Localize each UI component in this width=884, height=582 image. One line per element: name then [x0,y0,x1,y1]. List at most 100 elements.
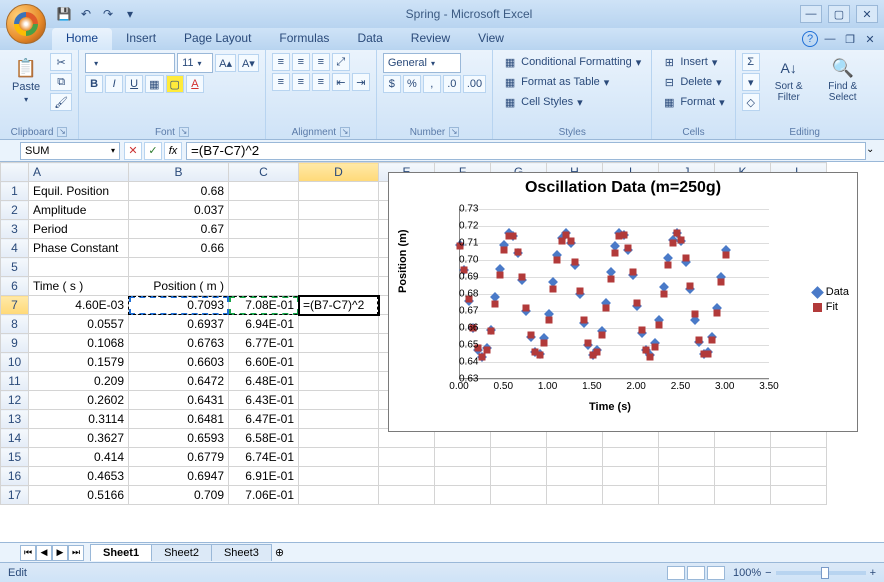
cell-C9[interactable]: 6.77E-01 [229,334,299,353]
cell-D7[interactable]: =(B7-C7)^2 [299,296,379,315]
cell-B1[interactable]: 0.68 [129,182,229,201]
sheet-nav-next-icon[interactable]: ▶ [52,545,68,561]
currency-button[interactable]: $ [383,75,401,93]
cell-B5[interactable] [129,258,229,277]
mdi-minimize-icon[interactable]: — [822,31,838,47]
zoom-out-button[interactable]: − [765,567,771,579]
cell-J16[interactable] [659,467,715,486]
cell-B15[interactable]: 0.6779 [129,448,229,467]
cell-B3[interactable]: 0.67 [129,220,229,239]
cell-A2[interactable]: Amplitude [29,201,129,220]
cell-C12[interactable]: 6.43E-01 [229,391,299,410]
cell-B13[interactable]: 0.6481 [129,410,229,429]
tab-review[interactable]: Review [397,28,464,50]
cell-I15[interactable] [603,448,659,467]
cell-A15[interactable]: 0.414 [29,448,129,467]
cell-F16[interactable] [435,467,491,486]
cell-D14[interactable] [299,429,379,448]
sheet-tab-3[interactable]: Sheet3 [211,544,272,561]
formula-input[interactable] [186,142,866,160]
cell-B11[interactable]: 0.6472 [129,372,229,391]
zoom-slider[interactable] [776,571,866,575]
cell-C1[interactable] [229,182,299,201]
cell-B16[interactable]: 0.6947 [129,467,229,486]
cell-D10[interactable] [299,353,379,372]
row-header-11[interactable]: 11 [1,372,29,391]
alignment-dialog-icon[interactable]: ↘ [340,127,350,137]
cell-B14[interactable]: 0.6593 [129,429,229,448]
cell-A3[interactable]: Period [29,220,129,239]
cell-D15[interactable] [299,448,379,467]
col-header-B[interactable]: B [129,163,229,182]
mdi-close-icon[interactable]: ✕ [862,31,878,47]
cell-D2[interactable] [299,201,379,220]
page-break-view-button[interactable] [707,566,725,580]
cell-D4[interactable] [299,239,379,258]
cell-D1[interactable] [299,182,379,201]
fill-button[interactable]: ▾ [742,73,760,91]
cell-G16[interactable] [491,467,547,486]
row-header-2[interactable]: 2 [1,201,29,220]
cell-I17[interactable] [603,486,659,505]
cell-B17[interactable]: 0.709 [129,486,229,505]
cell-A13[interactable]: 0.3114 [29,410,129,429]
cell-L16[interactable] [771,467,827,486]
clear-button[interactable]: ◇ [742,93,760,111]
cell-D13[interactable] [299,410,379,429]
row-header-13[interactable]: 13 [1,410,29,429]
font-size-combo[interactable]: 11▾ [177,53,213,73]
autosum-button[interactable]: Σ [742,53,760,71]
tab-page-layout[interactable]: Page Layout [170,28,265,50]
row-header-10[interactable]: 10 [1,353,29,372]
cell-C13[interactable]: 6.47E-01 [229,410,299,429]
sheet-nav-first-icon[interactable]: ⏮ [20,545,36,561]
cell-A17[interactable]: 0.5166 [29,486,129,505]
cell-D9[interactable] [299,334,379,353]
cell-D5[interactable] [299,258,379,277]
cell-D8[interactable] [299,315,379,334]
percent-button[interactable]: % [403,75,421,93]
cell-F15[interactable] [435,448,491,467]
cell-F17[interactable] [435,486,491,505]
cell-C17[interactable]: 7.06E-01 [229,486,299,505]
insert-cells-button[interactable]: ⊞Insert ▾ [658,53,721,71]
decrease-indent-button[interactable]: ⇤ [332,73,350,91]
insert-sheet-icon[interactable]: ⊕ [275,546,284,559]
copy-button[interactable]: ⧉ [50,73,72,91]
cell-B6[interactable]: Position ( m ) [129,277,229,296]
row-header-17[interactable]: 17 [1,486,29,505]
font-color-button[interactable]: A [186,75,204,93]
row-header-15[interactable]: 15 [1,448,29,467]
cell-C11[interactable]: 6.48E-01 [229,372,299,391]
shrink-font-button[interactable]: A▾ [238,54,259,72]
decrease-decimal-button[interactable]: .00 [463,75,486,93]
underline-button[interactable]: U [125,75,143,93]
increase-indent-button[interactable]: ⇥ [352,73,370,91]
mdi-restore-icon[interactable]: ❐ [842,31,858,47]
close-button[interactable]: ✕ [856,5,878,23]
number-dialog-icon[interactable]: ↘ [449,127,459,137]
cell-A6[interactable]: Time ( s ) [29,277,129,296]
cell-A9[interactable]: 0.1068 [29,334,129,353]
cell-C5[interactable] [229,258,299,277]
cut-button[interactable]: ✂ [50,53,72,71]
grow-font-button[interactable]: A▴ [215,54,236,72]
cell-K15[interactable] [715,448,771,467]
sheet-tab-1[interactable]: Sheet1 [90,544,152,561]
align-top-button[interactable]: ≡ [272,53,290,71]
cell-styles-button[interactable]: ▦Cell Styles ▾ [499,93,587,111]
cell-C15[interactable]: 6.74E-01 [229,448,299,467]
tab-insert[interactable]: Insert [112,28,170,50]
undo-icon[interactable]: ↶ [78,6,94,22]
comma-button[interactable]: , [423,75,441,93]
formula-enter-button[interactable]: ✓ [144,142,162,160]
cell-B2[interactable]: 0.037 [129,201,229,220]
orientation-button[interactable]: ⤢ [332,53,350,71]
align-middle-button[interactable]: ≡ [292,53,310,71]
find-select-button[interactable]: 🔍Find & Select [818,53,868,107]
align-right-button[interactable]: ≡ [312,73,330,91]
cell-A12[interactable]: 0.2602 [29,391,129,410]
help-icon[interactable]: ? [802,31,818,47]
tab-home[interactable]: Home [52,28,112,50]
delete-cells-button[interactable]: ⊟Delete ▾ [658,73,725,91]
